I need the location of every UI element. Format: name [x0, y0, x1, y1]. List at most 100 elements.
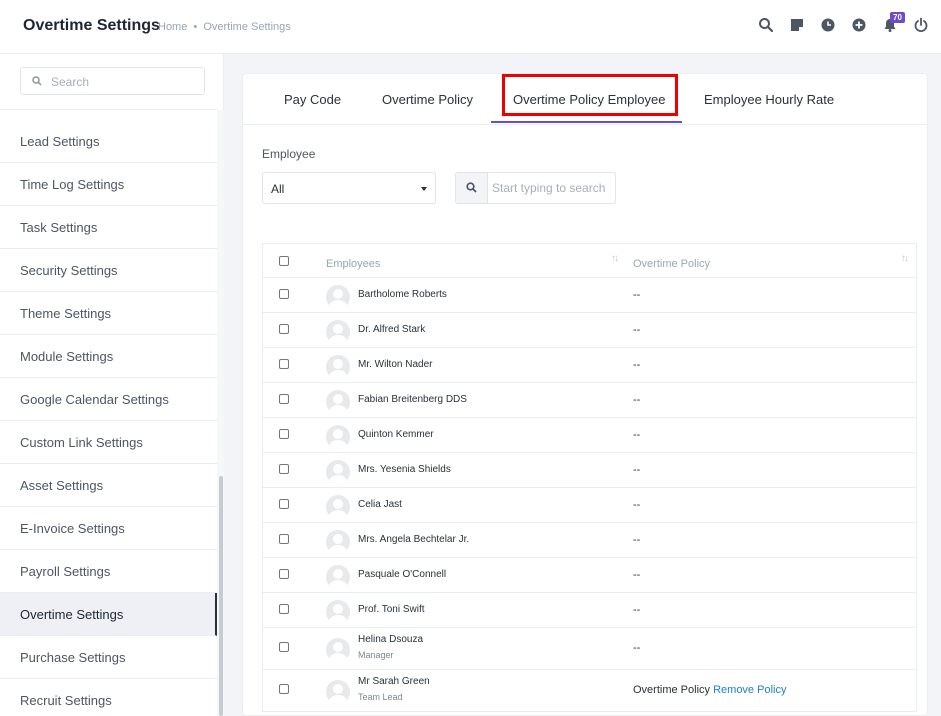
sidebar-search-input[interactable] [51, 73, 201, 91]
column-header-employees[interactable]: Employees [326, 258, 380, 270]
overtime-policy-cell: -- [633, 394, 640, 406]
policy-name: Overtime Policy [633, 684, 711, 696]
sidebar-search [20, 67, 205, 95]
employee-select[interactable]: All [262, 172, 436, 204]
search-icon [466, 182, 477, 193]
overtime-settings-card: Pay Code Overtime Policy Overtime Policy… [242, 73, 929, 716]
overtime-policy-cell: -- [633, 359, 640, 371]
table-row: Mr Sarah Green Team Lead Overtime Policy R… [263, 670, 916, 712]
sort-icon[interactable]: ↑↓ [901, 253, 909, 264]
employee-select-value: All [271, 182, 285, 196]
sidebar-item-security-settings[interactable]: Security Settings [0, 249, 217, 292]
sidebar-item-recruit-settings[interactable]: Recruit Settings [0, 679, 217, 716]
sidebar-item-theme-settings[interactable]: Theme Settings [0, 292, 217, 335]
table-row: Pasquale O'Connell -- [263, 558, 916, 593]
tab-pay-code[interactable]: Pay Code [284, 92, 341, 107]
row-checkbox[interactable] [279, 498, 289, 509]
tab-employee-hourly-rate[interactable]: Employee Hourly Rate [704, 92, 834, 107]
sidebar-item-task-settings[interactable]: Task Settings [0, 206, 217, 249]
avatar [326, 354, 350, 379]
table-body: Bartholome Roberts -- Dr. Alfred Stark -- Mr… [263, 278, 916, 712]
employee-name[interactable]: Dr. Alfred Stark [358, 324, 425, 335]
policy-name: -- [633, 323, 641, 336]
policy-name: -- [633, 603, 641, 616]
policy-name: -- [633, 358, 641, 371]
table-row: Helina Dsouza Manager -- [263, 628, 916, 670]
employee-name[interactable]: Mr. Wilton Nader [358, 359, 432, 370]
overtime-policy-cell: -- [633, 534, 640, 546]
sidebar-scrollbar-thumb[interactable] [219, 476, 223, 716]
add-circle-icon[interactable] [851, 17, 867, 33]
row-checkbox[interactable] [279, 684, 289, 694]
avatar [326, 284, 350, 309]
row-checkbox[interactable] [279, 603, 289, 614]
employee-policy-table: Employees ↑↓ Overtime Policy ↑↓ Bartholo… [262, 243, 917, 712]
clock-icon[interactable] [820, 17, 836, 33]
row-checkbox[interactable] [279, 463, 289, 474]
employee-search-input[interactable] [492, 180, 612, 196]
tab-overtime-policy[interactable]: Overtime Policy [382, 92, 473, 107]
sidebar-divider [0, 109, 217, 110]
employee-designation: Manager [358, 650, 394, 660]
power-icon[interactable] [913, 17, 929, 33]
employee-name[interactable]: Mrs. Yesenia Shields [358, 464, 451, 475]
employee-name[interactable]: Quinton Kemmer [358, 429, 434, 440]
row-checkbox[interactable] [279, 358, 289, 369]
employee-name[interactable]: Pasquale O'Connell [358, 569, 446, 580]
row-checkbox[interactable] [279, 323, 289, 334]
sidebar-item-google-calendar-settings[interactable]: Google Calendar Settings [0, 378, 217, 421]
row-checkbox[interactable] [279, 393, 289, 404]
bell-icon[interactable]: 70 [882, 12, 905, 33]
row-checkbox[interactable] [279, 533, 289, 544]
remove-policy-link[interactable]: Remove Policy [713, 684, 786, 696]
row-checkbox[interactable] [279, 288, 289, 299]
sidebar-item-custom-link-settings[interactable]: Custom Link Settings [0, 421, 217, 464]
avatar [326, 389, 350, 414]
select-all-checkbox[interactable] [279, 256, 289, 266]
table-row: Celia Jast -- [263, 488, 916, 523]
avatar [326, 638, 350, 662]
overtime-policy-cell: -- [633, 499, 640, 511]
sort-icon[interactable]: ↑↓ [611, 253, 619, 264]
sticky-note-icon[interactable] [789, 17, 805, 33]
avatar [326, 319, 350, 344]
employee-name[interactable]: Fabian Breitenberg DDS [358, 394, 467, 405]
sidebar-item-time-log-settings[interactable]: Time Log Settings [0, 163, 217, 206]
policy-name: -- [633, 568, 641, 581]
row-checkbox[interactable] [279, 428, 289, 439]
table-row: Mrs. Angela Bechtelar Jr. -- [263, 523, 916, 558]
table-row: Mrs. Yesenia Shields -- [263, 453, 916, 488]
employee-search [455, 172, 616, 204]
overtime-policy-cell: -- [633, 569, 640, 581]
sidebar-item-purchase-settings[interactable]: Purchase Settings [0, 636, 217, 679]
breadcrumb-home[interactable]: Home [158, 21, 187, 33]
search-icon-box [456, 173, 488, 203]
table-header: Employees ↑↓ Overtime Policy ↑↓ [263, 244, 916, 278]
employee-name[interactable]: Bartholome Roberts [358, 289, 447, 300]
sidebar-item-e-invoice-settings[interactable]: E-Invoice Settings [0, 507, 217, 550]
employee-name[interactable]: Helina Dsouza [358, 634, 423, 645]
employee-name[interactable]: Celia Jast [358, 499, 402, 510]
employee-name[interactable]: Mr Sarah Green [358, 676, 430, 687]
employee-name[interactable]: Mrs. Angela Bechtelar Jr. [358, 534, 469, 545]
row-checkbox[interactable] [279, 642, 289, 652]
employee-designation: Team Lead [358, 692, 403, 702]
breadcrumb: Home • Overtime Settings [158, 21, 291, 33]
overtime-policy-cell: -- [633, 289, 640, 301]
overtime-policy-cell: -- [633, 464, 640, 476]
sidebar-item-payroll-settings[interactable]: Payroll Settings [0, 550, 217, 593]
sidebar-item-asset-settings[interactable]: Asset Settings [0, 464, 217, 507]
table-row: Bartholome Roberts -- [263, 278, 916, 313]
avatar [326, 459, 350, 484]
row-checkbox[interactable] [279, 568, 289, 579]
column-header-overtime-policy[interactable]: Overtime Policy [633, 258, 710, 270]
sidebar-item-module-settings[interactable]: Module Settings [0, 335, 217, 378]
policy-name: -- [633, 288, 641, 301]
employee-name[interactable]: Prof. Toni Swift [358, 604, 425, 615]
overtime-policy-cell: -- [633, 604, 640, 616]
search-icon[interactable] [758, 17, 774, 33]
sidebar-item-lead-settings[interactable]: Lead Settings [0, 120, 217, 163]
avatar [326, 680, 350, 704]
caret-down-icon [421, 187, 427, 191]
sidebar-item-overtime-settings[interactable]: Overtime Settings [0, 593, 217, 636]
